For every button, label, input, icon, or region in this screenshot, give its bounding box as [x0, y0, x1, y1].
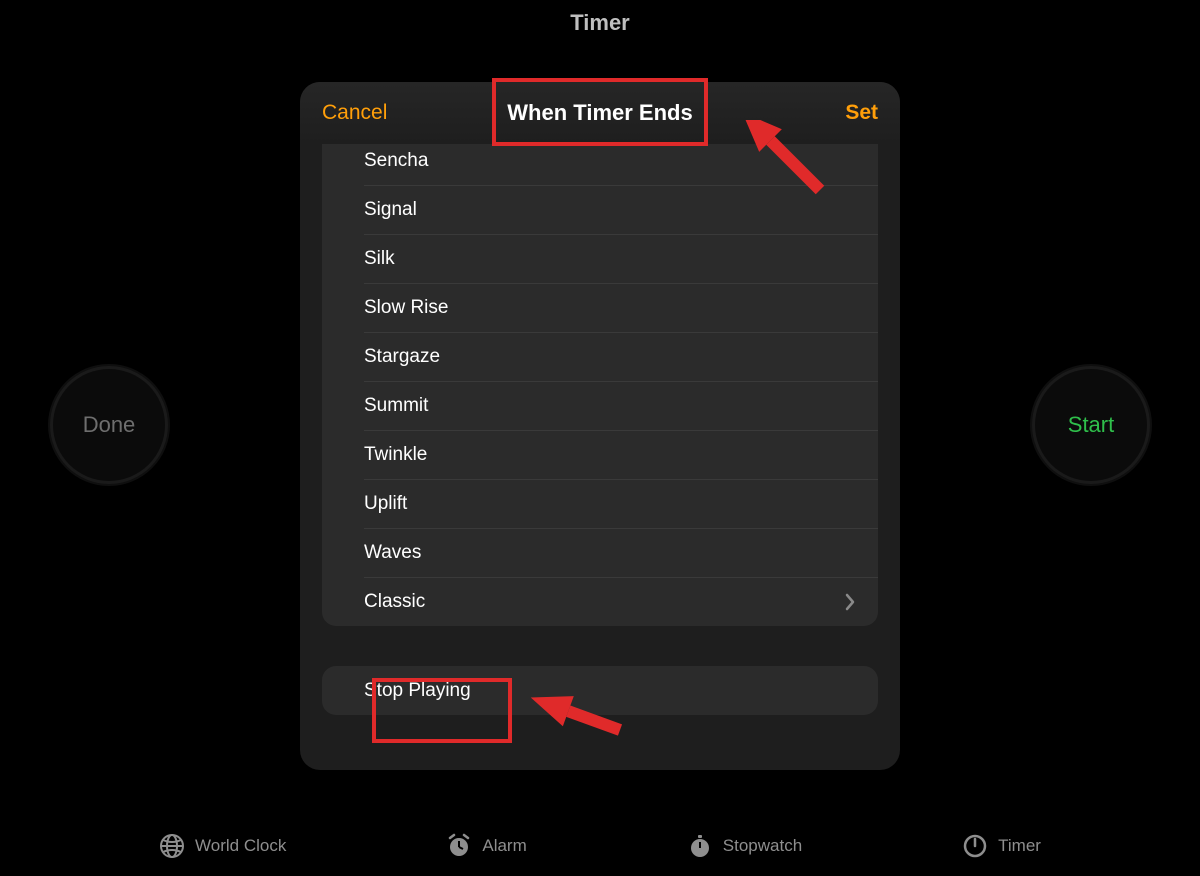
when-timer-ends-sheet: Cancel When Timer Ends Set Sencha Signal… — [300, 82, 900, 770]
tab-alarm[interactable]: Alarm — [446, 833, 526, 859]
tab-stopwatch[interactable]: Stopwatch — [687, 833, 802, 859]
cancel-button[interactable]: Cancel — [300, 82, 409, 144]
alarm-icon — [446, 833, 472, 859]
sheet-title: When Timer Ends — [499, 98, 700, 128]
sound-option-waves[interactable]: Waves — [322, 528, 878, 577]
sound-option-silk[interactable]: Silk — [322, 234, 878, 283]
done-label: Done — [83, 412, 136, 438]
stop-playing-option[interactable]: Stop Playing — [322, 666, 878, 715]
start-button[interactable]: Start — [1032, 366, 1150, 484]
sound-label: Slow Rise — [364, 297, 448, 319]
sound-label: Silk — [364, 248, 395, 270]
sound-option-classic[interactable]: Classic — [322, 577, 878, 626]
tab-bar: World Clock Alarm Stopwatch — [0, 826, 1200, 866]
tab-label: World Clock — [195, 836, 286, 856]
sound-option-stargaze[interactable]: Stargaze — [322, 332, 878, 381]
start-label: Start — [1068, 412, 1114, 438]
stopwatch-icon — [687, 833, 713, 859]
sound-option-signal[interactable]: Signal — [322, 185, 878, 234]
timer-icon — [962, 833, 988, 859]
sound-label: Classic — [364, 591, 425, 613]
sheet-header: Cancel When Timer Ends Set — [300, 82, 900, 144]
set-button[interactable]: Set — [823, 82, 900, 144]
chevron-right-icon — [844, 593, 856, 611]
tab-world-clock[interactable]: World Clock — [159, 833, 286, 859]
sound-option-twinkle[interactable]: Twinkle — [322, 430, 878, 479]
sound-label: Twinkle — [364, 444, 427, 466]
tab-label: Stopwatch — [723, 836, 802, 856]
done-button[interactable]: Done — [50, 366, 168, 484]
tab-label: Alarm — [482, 836, 526, 856]
stop-playing-label: Stop Playing — [364, 680, 471, 702]
tab-label: Timer — [998, 836, 1041, 856]
tab-timer[interactable]: Timer — [962, 833, 1041, 859]
sound-list: Sencha Signal Silk Slow Rise Stargaze Su… — [322, 144, 878, 626]
sound-label: Sencha — [364, 150, 428, 172]
sound-option-summit[interactable]: Summit — [322, 381, 878, 430]
sound-label: Waves — [364, 542, 421, 564]
sound-label: Stargaze — [364, 346, 440, 368]
globe-icon — [159, 833, 185, 859]
sound-label: Summit — [364, 395, 428, 417]
stop-playing-card: Stop Playing — [322, 666, 878, 715]
sound-label: Signal — [364, 199, 417, 221]
sound-label: Uplift — [364, 493, 407, 515]
sound-option-sencha[interactable]: Sencha — [322, 144, 878, 185]
sheet-body: Sencha Signal Silk Slow Rise Stargaze Su… — [300, 144, 900, 770]
sound-option-slow-rise[interactable]: Slow Rise — [322, 283, 878, 332]
page-title: Timer — [0, 10, 1200, 36]
sound-option-uplift[interactable]: Uplift — [322, 479, 878, 528]
